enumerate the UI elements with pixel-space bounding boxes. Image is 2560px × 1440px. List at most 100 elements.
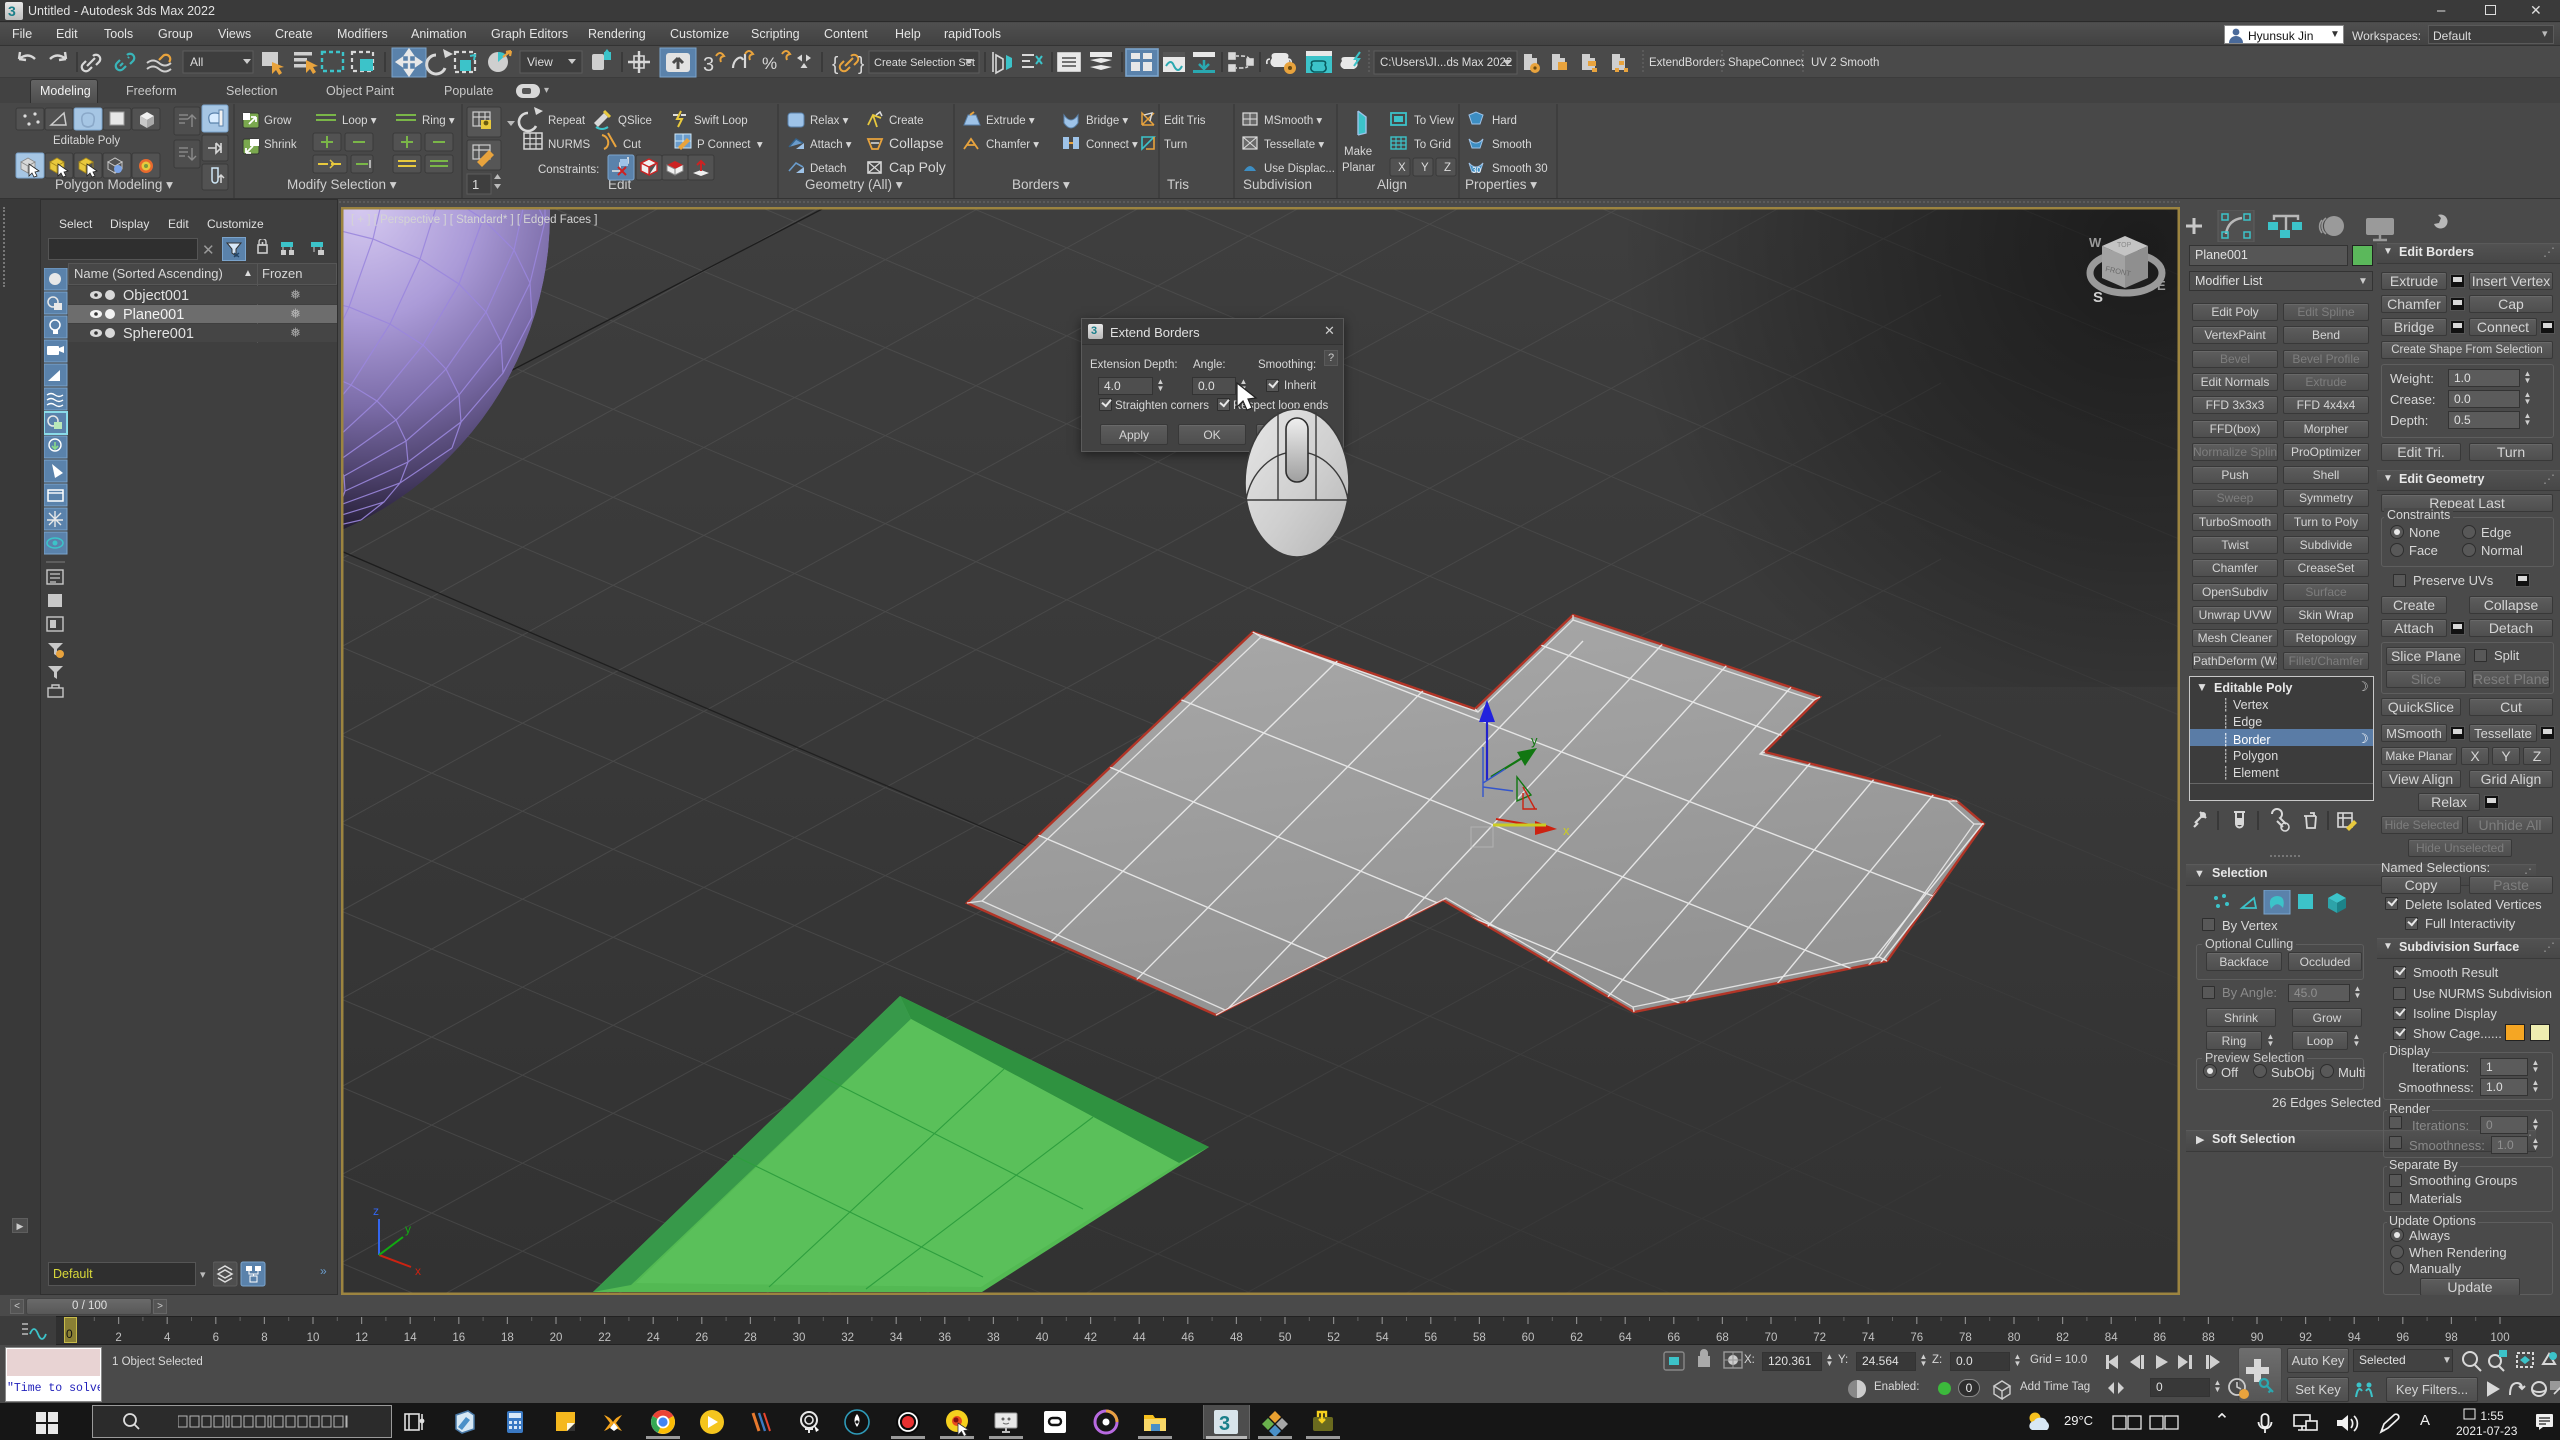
svg-text:4: 4 [164, 1332, 171, 1344]
svg-text:100: 100 [2490, 1332, 2509, 1344]
svg-text:To View: To View [1414, 115, 1455, 127]
svg-text:90: 90 [2251, 1332, 2264, 1344]
svg-text:MSmooth ▾: MSmooth ▾ [1264, 115, 1322, 127]
svg-text:Y: Y [1421, 162, 1429, 174]
svg-text:24: 24 [647, 1332, 660, 1344]
svg-text:26: 26 [695, 1332, 708, 1344]
svg-text:ExtendBorders: ExtendBorders [1649, 57, 1725, 69]
svg-text:Ring ▾: Ring ▾ [422, 115, 455, 127]
svg-text:6: 6 [213, 1332, 219, 1344]
svg-text:36: 36 [938, 1332, 951, 1344]
svg-text:Attach ▾: Attach ▾ [810, 139, 852, 151]
svg-text:30: 30 [793, 1332, 806, 1344]
svg-text:Turn: Turn [1164, 139, 1187, 151]
svg-text:80: 80 [2008, 1332, 2021, 1344]
svg-text:E: E [2157, 278, 2166, 293]
svg-text:Planar: Planar [1342, 162, 1375, 174]
svg-text:QSlice: QSlice [618, 115, 652, 127]
svg-text:34: 34 [890, 1332, 903, 1344]
svg-text:44: 44 [1133, 1332, 1146, 1344]
svg-text:58: 58 [1473, 1332, 1486, 1344]
svg-text:X: X [1398, 162, 1406, 174]
svg-text:Repeat: Repeat [548, 115, 586, 127]
svg-text:Editable Poly: Editable Poly [53, 135, 120, 147]
svg-text:98: 98 [2445, 1332, 2458, 1344]
svg-text:Create: Create [889, 115, 924, 127]
svg-text:10: 10 [307, 1332, 320, 1344]
svg-text:Extrude ▾: Extrude ▾ [986, 115, 1035, 127]
svg-text:S: S [2093, 289, 2103, 306]
svg-text:W: W [2089, 235, 2102, 250]
svg-text:52: 52 [1327, 1332, 1340, 1344]
svg-text:Loop ▾: Loop ▾ [342, 115, 377, 127]
svg-text:66: 66 [1667, 1332, 1680, 1344]
svg-text:Constraints:: Constraints: [538, 164, 599, 176]
svg-text:16: 16 [452, 1332, 465, 1344]
svg-text:60: 60 [1522, 1332, 1535, 1344]
svg-text:Collapse: Collapse [889, 135, 944, 151]
svg-text:P Connect ▾: P Connect ▾ [697, 139, 763, 151]
svg-text:TOP: TOP [2117, 242, 2132, 249]
svg-text:x: x [415, 1264, 421, 1278]
svg-text:92: 92 [2299, 1332, 2312, 1344]
svg-text:%: % [762, 54, 777, 73]
svg-text:NURMS: NURMS [548, 139, 590, 151]
svg-text:Use Displac...: Use Displac... [1264, 163, 1335, 175]
svg-text:84: 84 [2105, 1332, 2118, 1344]
svg-text:54: 54 [1376, 1332, 1389, 1344]
svg-text:UV 2 Smooth: UV 2 Smooth [1811, 57, 1879, 69]
svg-text:Shrink: Shrink [264, 139, 297, 151]
svg-text:Relax ▾: Relax ▾ [810, 115, 849, 127]
svg-text:68: 68 [1716, 1332, 1729, 1344]
svg-text:72: 72 [1813, 1332, 1826, 1344]
svg-text:14: 14 [404, 1332, 417, 1344]
svg-text:8: 8 [261, 1332, 267, 1344]
svg-text:All: All [190, 55, 203, 69]
svg-text:20: 20 [550, 1332, 563, 1344]
svg-text:30: 30 [1472, 166, 1481, 175]
svg-text:Detach: Detach [810, 163, 846, 175]
svg-text:To Grid: To Grid [1414, 139, 1451, 151]
svg-text:}: } [858, 54, 864, 75]
svg-text:Smooth: Smooth [1492, 139, 1532, 151]
svg-text:50: 50 [1279, 1332, 1292, 1344]
svg-text:Swift Loop: Swift Loop [694, 115, 748, 127]
svg-text:C:\Users\JI...ds Max 2022: C:\Users\JI...ds Max 2022 [1380, 57, 1512, 69]
svg-text:40: 40 [1036, 1332, 1049, 1344]
svg-text:[ + ] [ Perspective ] [ Standa: [ + ] [ Perspective ] [ Standard* ] [ Ed… [351, 214, 597, 226]
svg-text:12: 12 [355, 1332, 368, 1344]
svg-text:70: 70 [1765, 1332, 1778, 1344]
svg-text:Bridge ▾: Bridge ▾ [1086, 115, 1128, 127]
svg-text:82: 82 [2056, 1332, 2069, 1344]
svg-text:Edit Tris: Edit Tris [1164, 115, 1206, 127]
svg-text:Create Selection Set: Create Selection Set [874, 57, 975, 69]
svg-text:32: 32 [841, 1332, 854, 1344]
svg-text:x: x [1563, 823, 1570, 838]
svg-text:Smooth 30: Smooth 30 [1492, 163, 1548, 175]
svg-text:2: 2 [115, 1332, 121, 1344]
svg-text:48: 48 [1230, 1332, 1243, 1344]
svg-text:78: 78 [1959, 1332, 1972, 1344]
svg-text:42: 42 [1084, 1332, 1097, 1344]
svg-text:3: 3 [1219, 1413, 1230, 1435]
svg-text:86: 86 [2153, 1332, 2166, 1344]
svg-text:18: 18 [501, 1332, 514, 1344]
svg-text:{: { [832, 54, 839, 75]
svg-text:1: 1 [472, 177, 479, 192]
svg-text:Cut: Cut [623, 139, 642, 151]
svg-text:Grow: Grow [264, 115, 292, 127]
svg-text:74: 74 [1862, 1332, 1875, 1344]
svg-text:Z: Z [1444, 162, 1451, 174]
svg-text:Tessellate ▾: Tessellate ▾ [1264, 139, 1324, 151]
svg-text:28: 28 [744, 1332, 757, 1344]
svg-text:3: 3 [703, 54, 714, 76]
svg-text:z: z [373, 1204, 379, 1218]
svg-text:46: 46 [1181, 1332, 1194, 1344]
svg-text:88: 88 [2202, 1332, 2215, 1344]
svg-text:38: 38 [987, 1332, 1000, 1344]
svg-text:62: 62 [1570, 1332, 1583, 1344]
svg-text:y: y [405, 1222, 411, 1236]
svg-text:ShapeConnect: ShapeConnect [1728, 57, 1805, 69]
svg-text:Connect ▾: Connect ▾ [1086, 139, 1138, 151]
svg-text:Make: Make [1344, 146, 1372, 158]
